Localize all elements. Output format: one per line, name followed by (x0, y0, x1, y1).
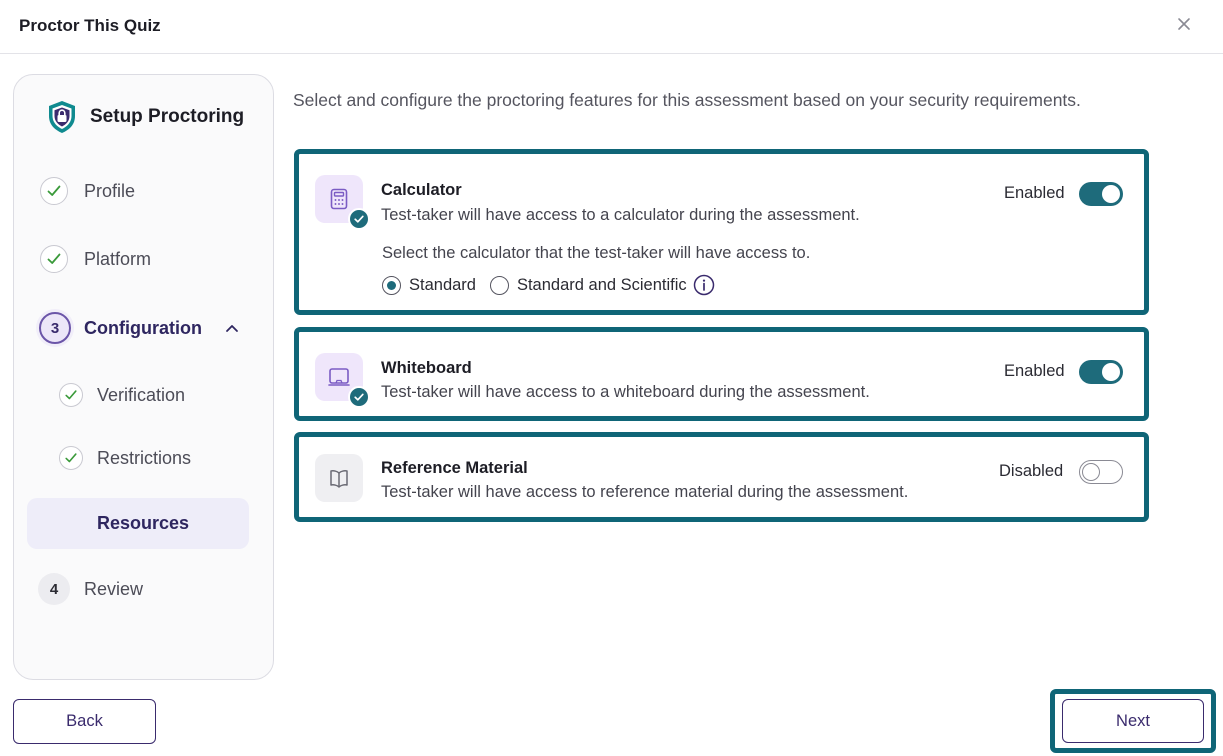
toggle-knob (1082, 463, 1100, 481)
status-label: Enabled (1004, 184, 1065, 202)
step-number-badge: 4 (38, 573, 70, 605)
radio-label-standard[interactable]: Standard (409, 276, 476, 295)
back-button[interactable]: Back (13, 699, 156, 744)
sidebar-step-platform[interactable]: Platform (40, 245, 151, 273)
check-icon (40, 245, 68, 273)
calculator-toggle[interactable] (1079, 182, 1123, 206)
radio-standard-scientific[interactable] (489, 275, 509, 295)
radio-selected-dot (387, 280, 396, 290)
sidebar-step-label: Platform (84, 248, 152, 269)
calculator-icon (330, 188, 348, 210)
card-title: Reference Material (381, 459, 528, 477)
info-icon[interactable] (693, 274, 715, 296)
chevron-up-icon[interactable] (224, 320, 240, 336)
shield-lock-icon (49, 101, 75, 133)
sidebar-substep-resources[interactable]: Resources (27, 498, 249, 549)
calculator-card: Calculator Test-taker will have access t… (294, 149, 1149, 315)
card-title: Calculator (381, 181, 462, 199)
check-icon (40, 177, 68, 205)
card-title: Whiteboard (381, 359, 472, 377)
sidebar-step-label: Verification (97, 384, 186, 405)
sidebar-step-label: Configuration (84, 317, 202, 338)
sidebar-step-label: Review (84, 578, 144, 599)
whiteboard-toggle[interactable] (1079, 360, 1123, 384)
check-icon (59, 446, 83, 470)
check-badge-icon (348, 208, 370, 230)
whiteboard-card: Whiteboard Test-taker will have access t… (294, 327, 1149, 421)
sidebar-title: Setup Proctoring (90, 106, 245, 127)
book-icon (330, 470, 348, 488)
next-button[interactable]: Next (1062, 699, 1204, 743)
check-badge-icon (348, 386, 370, 408)
sidebar-step-configuration[interactable]: 3 Configuration (39, 312, 240, 344)
modal-title: Proctor This Quiz (19, 16, 161, 35)
sidebar-heading: Setup Proctoring (46, 99, 244, 135)
card-description: Test-taker will have access to a whitebo… (381, 383, 870, 401)
sidebar-step-label: Profile (84, 180, 136, 201)
book-icon-tile (315, 454, 363, 502)
modal-header: Proctor This Quiz (0, 0, 1223, 54)
reference-material-card: Reference Material Test-taker will have … (294, 432, 1149, 522)
whiteboard-icon (328, 368, 350, 386)
setup-sidebar: Setup Proctoring Profile Platform 3 Conf… (13, 74, 274, 680)
calculator-icon-tile (315, 175, 370, 230)
step-number-badge: 3 (39, 312, 71, 344)
sidebar-step-profile[interactable]: Profile (40, 177, 135, 205)
card-description: Test-taker will have access to reference… (381, 483, 909, 501)
intro-text: Select and configure the proctoring feat… (293, 90, 1081, 110)
whiteboard-icon-tile (315, 353, 370, 408)
radio-label-standard-scientific[interactable]: Standard and Scientific (517, 276, 687, 295)
close-icon[interactable] (1172, 12, 1196, 36)
reference-material-toggle[interactable] (1079, 460, 1123, 484)
next-button-highlight: Next (1050, 689, 1216, 753)
toggle-knob (1102, 185, 1120, 203)
toggle-knob (1102, 363, 1120, 381)
status-label: Enabled (1004, 362, 1065, 380)
card-description: Test-taker will have access to a calcula… (381, 206, 860, 224)
sidebar-substep-verification[interactable]: Verification (59, 383, 185, 407)
radio-standard[interactable] (382, 275, 401, 295)
calculator-type-options: Standard Standard and Scientific (382, 274, 715, 296)
sidebar-step-review[interactable]: 4 Review (38, 573, 143, 605)
sidebar-substep-restrictions[interactable]: Restrictions (59, 446, 191, 470)
sidebar-step-label: Restrictions (97, 447, 192, 468)
calculator-select-label: Select the calculator that the test-take… (382, 244, 811, 262)
status-label: Disabled (999, 462, 1064, 480)
check-icon (59, 383, 83, 407)
